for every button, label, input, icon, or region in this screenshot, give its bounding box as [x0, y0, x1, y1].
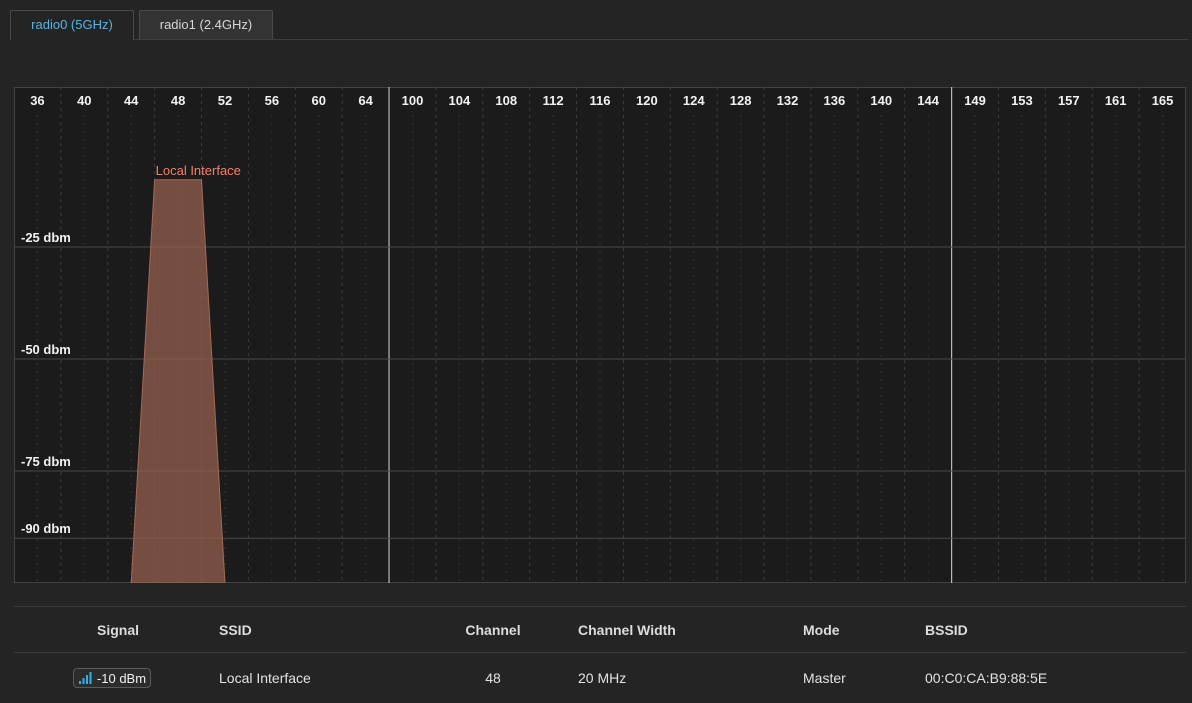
channel-tick-label: 40 — [77, 93, 91, 108]
mode-cell: Master — [803, 670, 846, 686]
channel-width-column-header: Channel Width — [578, 621, 676, 638]
channel-tick-label: 136 — [824, 93, 846, 108]
table-row: -10 dBm Local Interface 48 20 MHz Master… — [14, 653, 1186, 703]
channel-tick-label: 64 — [358, 93, 373, 108]
dbm-axis-label: -90 dbm — [21, 521, 71, 536]
ssid-cell: Local Interface — [219, 670, 311, 686]
channel-tick-label: 36 — [30, 93, 44, 108]
signal-badge: -10 dBm — [72, 668, 152, 688]
channel-chart: -25 dbm -50 dbm -75 dbm -90 dbm 36 40 44 48 52 56… — [14, 87, 1186, 583]
channel-tick-label: 104 — [449, 93, 471, 108]
dbm-axis-label: -75 dbm — [21, 454, 71, 469]
channel-tick-label: 165 — [1152, 93, 1174, 108]
channel-tick-label: 157 — [1058, 93, 1080, 108]
channel-tick-label: 100 — [402, 93, 424, 108]
bssid-column-header: BSSID — [925, 621, 968, 638]
channel-tick-label: 149 — [964, 93, 986, 108]
channel-tick-label: 116 — [590, 93, 611, 108]
channel-tick-label: 48 — [171, 93, 185, 108]
signal-column-header: Signal — [96, 621, 139, 638]
channel-tick-label: 140 — [870, 93, 892, 108]
mode-column-header: Mode — [803, 621, 840, 638]
channel-tick-label: 144 — [917, 93, 939, 108]
channel-tick-label: 112 — [543, 93, 564, 108]
tab-radio0[interactable]: radio0 (5GHz) — [10, 10, 134, 40]
channel-tick-label: 60 — [311, 93, 325, 108]
radio-tabs: radio0 (5GHz) radio1 (2.4GHz) — [0, 0, 1192, 40]
dbm-axis-label: -25 dbm — [21, 230, 71, 245]
dbm-axis-label: -50 dbm — [21, 342, 71, 357]
signal-cell: -10 dBm — [60, 653, 164, 703]
channel-tick-label: 56 — [265, 93, 279, 108]
channel-cell: 48 — [485, 670, 501, 686]
signal-series-label: Local Interface — [156, 163, 241, 178]
channel-column-header: Channel — [465, 621, 521, 638]
channel-tick-label: 108 — [495, 93, 517, 108]
channel-tick-label: 161 — [1105, 93, 1127, 108]
channel-tick-label: 132 — [777, 93, 799, 108]
tab-radio1[interactable]: radio1 (2.4GHz) — [139, 10, 273, 39]
signal-strength-icon — [78, 672, 92, 684]
bssid-cell: 00:C0:CA:B9:88:5E — [925, 670, 1048, 686]
channel-tick-label: 120 — [636, 93, 658, 108]
channel-tick-label: 44 — [124, 93, 139, 108]
signal-value: -10 dBm — [96, 670, 147, 686]
signal-table: Signal SSID Channel Channel Width Mode B… — [14, 606, 1186, 703]
channel-tick-label: 128 — [730, 93, 752, 108]
tabs-divider — [10, 39, 1188, 40]
table-header: Signal SSID Channel Channel Width Mode B… — [14, 606, 1186, 653]
channel-tick-label: 52 — [218, 93, 232, 108]
channel-chart-svg: -25 dbm -50 dbm -75 dbm -90 dbm 36 40 44 48 52 56… — [14, 87, 1186, 583]
channel-analysis-page: radio0 (5GHz) radio1 (2.4GHz) -25 dbm -50… — [0, 0, 1192, 703]
channel-width-cell: 20 MHz — [578, 670, 627, 686]
channel-tick-label: 153 — [1011, 93, 1033, 108]
ssid-column-header: SSID — [219, 621, 252, 638]
channel-tick-label: 124 — [683, 93, 705, 108]
